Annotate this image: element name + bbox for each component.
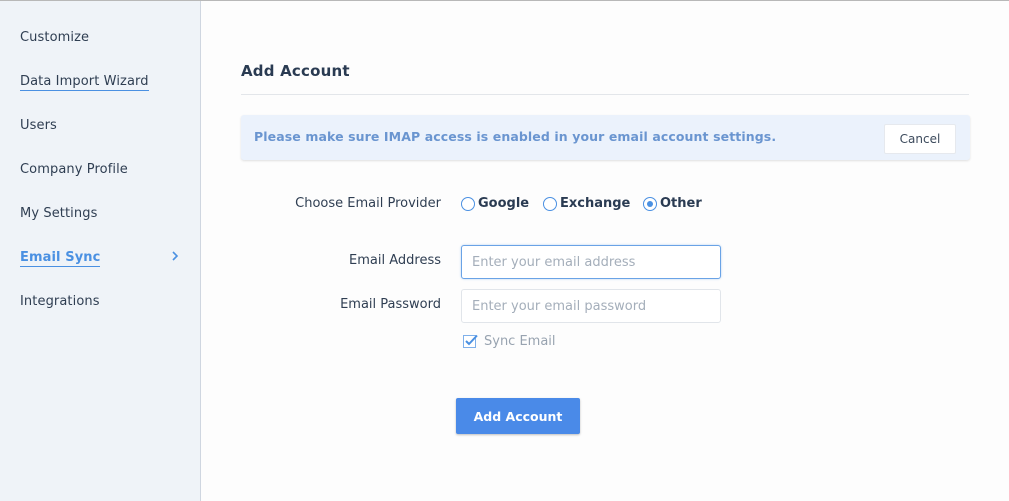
email-address-label: Email Address [349, 253, 441, 268]
radio-unchecked-icon[interactable] [461, 196, 475, 211]
sync-email-checkbox[interactable]: Sync Email [463, 334, 556, 349]
provider-radio-google[interactable]: Google [461, 196, 529, 211]
add-account-panel: Add Account Please make sure IMAP access… [201, 1, 1009, 501]
provider-label: Choose Email Provider [295, 196, 441, 211]
radio-unchecked-icon[interactable] [543, 196, 557, 211]
provider-radio-other[interactable]: Other [643, 196, 702, 211]
title-divider [241, 94, 969, 95]
sync-email-label: Sync Email [484, 334, 556, 349]
radio-label: Exchange [560, 196, 631, 211]
chevron-right-icon [170, 249, 182, 263]
radio-label: Other [660, 196, 702, 211]
cancel-button[interactable]: Cancel [884, 124, 956, 154]
sidebar-item-data-import-wizard[interactable]: Data Import Wizard [20, 74, 149, 91]
sidebar-item-integrations[interactable]: Integrations [20, 294, 100, 310]
sidebar-item-customize[interactable]: Customize [20, 30, 89, 46]
sidebar-item-email-sync[interactable]: Email Sync [20, 250, 101, 267]
settings-sidebar: Customize Data Import Wizard Users Compa… [0, 1, 201, 501]
page-title: Add Account [241, 62, 350, 80]
provider-radio-exchange[interactable]: Exchange [543, 196, 630, 211]
sidebar-item-users[interactable]: Users [20, 118, 57, 134]
email-address-input[interactable] [461, 245, 721, 279]
radio-checked-icon[interactable] [643, 196, 657, 211]
checkbox-checked-icon[interactable] [463, 334, 478, 349]
sidebar-item-my-settings[interactable]: My Settings [20, 206, 97, 222]
radio-label: Google [478, 196, 530, 211]
email-password-label: Email Password [340, 297, 441, 312]
sidebar-item-company-profile[interactable]: Company Profile [20, 162, 128, 178]
add-account-button[interactable]: Add Account [456, 398, 580, 434]
imap-notice-banner: Please make sure IMAP access is enabled … [241, 115, 970, 160]
email-password-input[interactable] [461, 289, 721, 323]
imap-notice-text: Please make sure IMAP access is enabled … [254, 129, 777, 144]
